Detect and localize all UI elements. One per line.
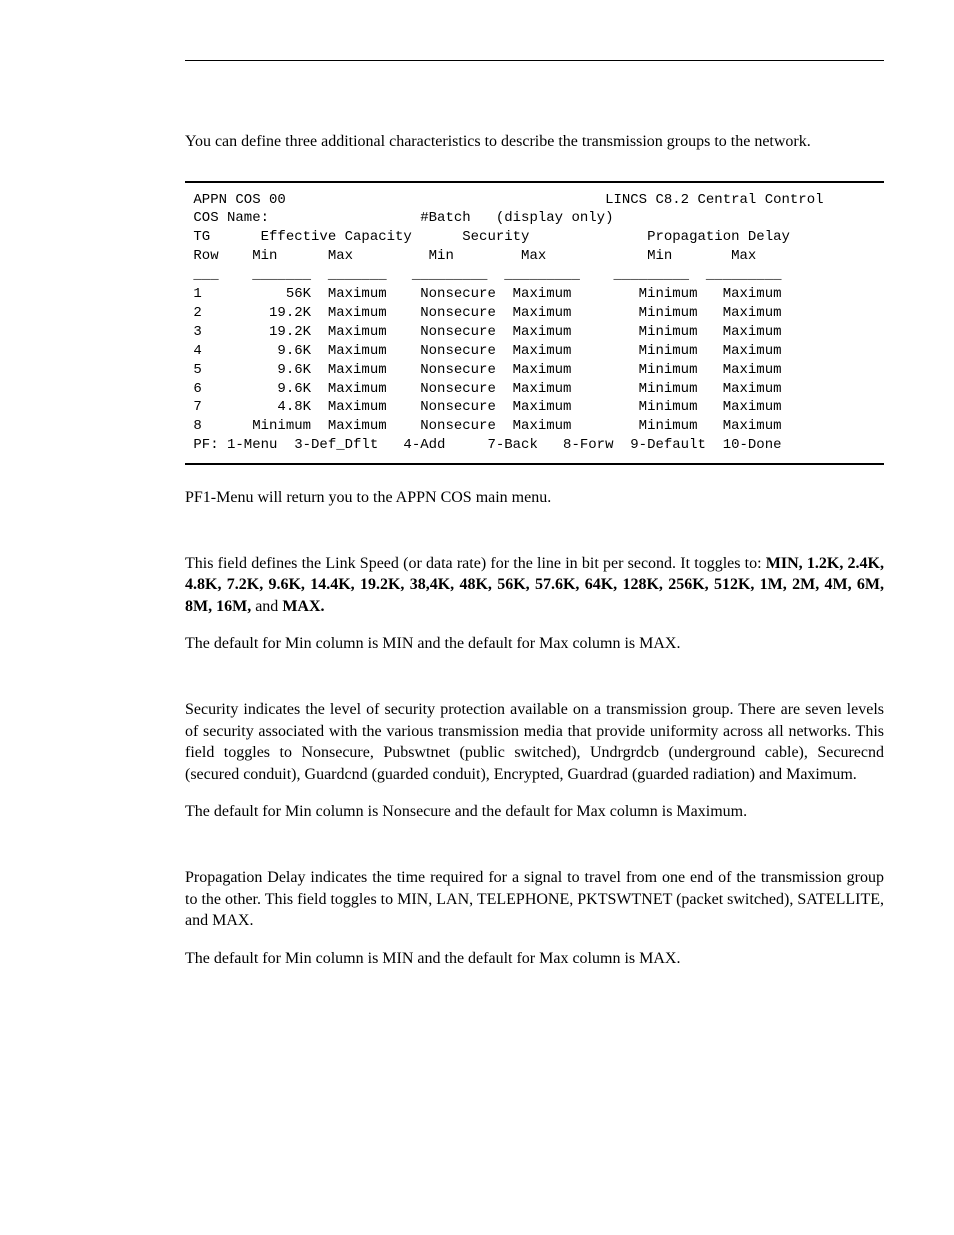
intro-paragraph: You can define three additional characte… bbox=[185, 131, 884, 153]
linkspeed-paragraph-2: The default for Min column is MIN and th… bbox=[185, 633, 884, 655]
top-rule bbox=[185, 60, 884, 61]
propdelay-paragraph-2: The default for Min column is MIN and th… bbox=[185, 948, 884, 970]
terminal-screen: APPN COS 00 LINCS C8.2 Central Control C… bbox=[185, 181, 884, 465]
linkspeed-text-c: and bbox=[251, 598, 282, 615]
security-paragraph-2: The default for Min column is Nonsecure … bbox=[185, 801, 884, 823]
linkspeed-paragraph-1: This field defines the Link Speed (or da… bbox=[185, 553, 884, 618]
propdelay-paragraph-1: Propagation Delay indicates the time req… bbox=[185, 867, 884, 932]
linkspeed-max: MAX. bbox=[282, 598, 324, 615]
security-paragraph-1: Security indicates the level of security… bbox=[185, 699, 884, 785]
linkspeed-text-a: This field defines the Link Speed (or da… bbox=[185, 555, 766, 572]
pf1-note: PF1-Menu will return you to the APPN COS… bbox=[185, 487, 884, 509]
